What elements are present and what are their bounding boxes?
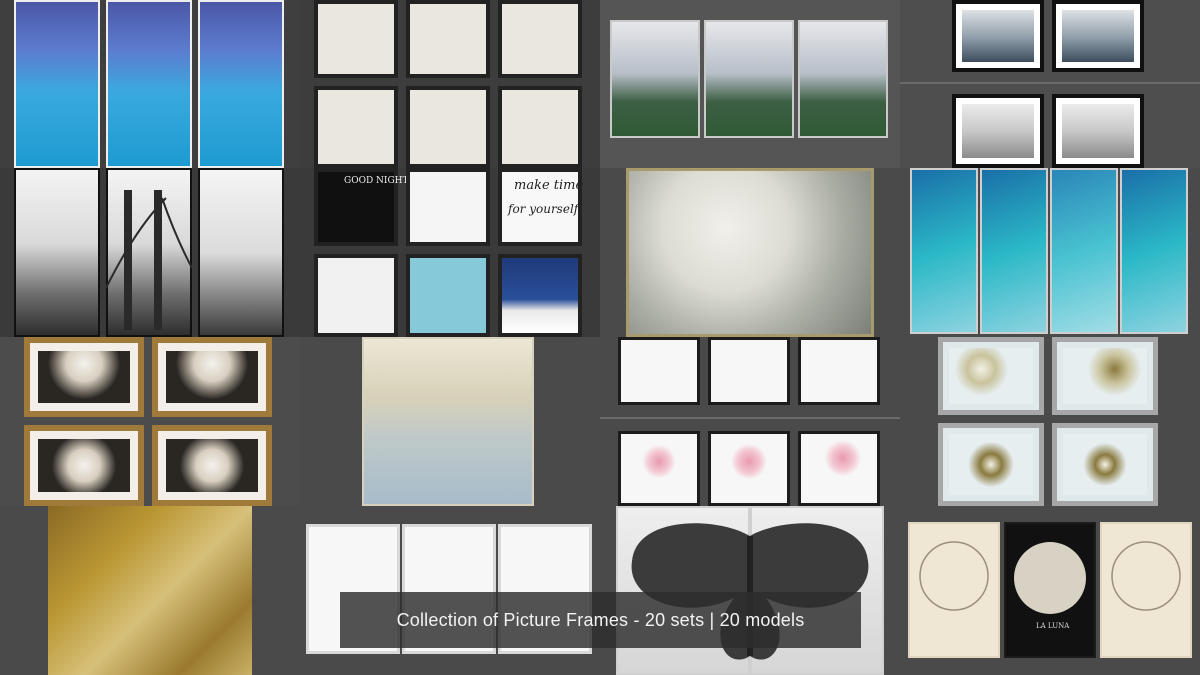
panel	[106, 0, 192, 168]
butterfly-icon	[631, 523, 869, 660]
collection-caption: Collection of Picture Frames - 20 sets |…	[340, 592, 861, 648]
tile-vintage-botanical-set	[900, 337, 1200, 506]
frame	[406, 86, 490, 168]
frame	[314, 0, 398, 78]
panel	[910, 168, 978, 334]
tile-fern-botanical-set	[300, 0, 600, 168]
tile-golden-gate-triptych	[0, 168, 300, 337]
frame	[24, 337, 144, 417]
frame	[498, 254, 582, 337]
caption-text: Collection of Picture Frames - 20 sets |…	[396, 609, 805, 630]
frame	[938, 337, 1044, 415]
frame	[406, 0, 490, 78]
panel	[198, 0, 284, 168]
frame	[24, 425, 144, 506]
frame	[618, 431, 700, 506]
frame	[152, 425, 272, 506]
frame	[708, 337, 790, 405]
tile-turquoise-abstract-quad	[900, 168, 1200, 337]
frame	[952, 0, 1044, 72]
tile-beige-watercolor-canvas	[300, 337, 600, 506]
canvas	[626, 168, 874, 337]
panel	[980, 168, 1048, 334]
frame	[1052, 337, 1158, 415]
tile-white-peony-painting	[600, 168, 900, 337]
tile-misty-forest-triptych	[600, 0, 900, 168]
divider	[900, 82, 1200, 84]
frame	[1052, 423, 1158, 506]
panel	[1120, 168, 1188, 334]
frame	[798, 337, 880, 405]
canvas	[48, 506, 252, 675]
tile-kids-poster-set: GOOD NIGHT make time for yourself	[300, 168, 600, 337]
frame	[152, 337, 272, 417]
bridge-tower-icon	[106, 190, 192, 330]
frame	[314, 254, 398, 337]
tile-pink-peony-set	[600, 337, 900, 506]
frame	[938, 423, 1044, 506]
make-time-text: make time	[514, 178, 584, 193]
divider	[600, 417, 900, 419]
canvas	[362, 337, 534, 506]
frame	[314, 86, 398, 168]
tile-butterfly-diptych	[600, 506, 900, 675]
frame	[1052, 0, 1144, 72]
moon-map-icon	[919, 541, 1181, 614]
panel	[14, 168, 100, 337]
panel	[704, 20, 794, 138]
tile-white-flower-photo-set	[0, 337, 300, 506]
good-night-text: GOOD NIGHT	[344, 176, 409, 186]
tile-line-drawing-flowers	[300, 506, 600, 675]
la-luna-text: LA LUNA	[1036, 622, 1070, 630]
panel	[798, 20, 888, 138]
panel	[1050, 168, 1118, 334]
frame	[708, 431, 790, 506]
frame	[798, 431, 880, 506]
collection-collage: GOOD NIGHT make time for yourself LA LUN…	[0, 0, 1200, 675]
tile-moon-map-triptych: LA LUNA	[900, 506, 1200, 675]
tile-ochre-abstract-canvas	[0, 506, 300, 675]
frame	[406, 168, 490, 246]
frame	[498, 86, 582, 168]
frame	[1052, 94, 1144, 168]
tile-seascape-frames	[900, 0, 1200, 168]
for-yourself-text: for yourself	[508, 202, 579, 216]
frame	[952, 94, 1044, 168]
panel	[14, 0, 100, 168]
frame	[618, 337, 700, 405]
panel	[198, 168, 284, 337]
panel	[610, 20, 700, 138]
tile-blue-floral-triptych	[0, 0, 300, 168]
frame	[498, 0, 582, 78]
frame	[406, 254, 490, 337]
